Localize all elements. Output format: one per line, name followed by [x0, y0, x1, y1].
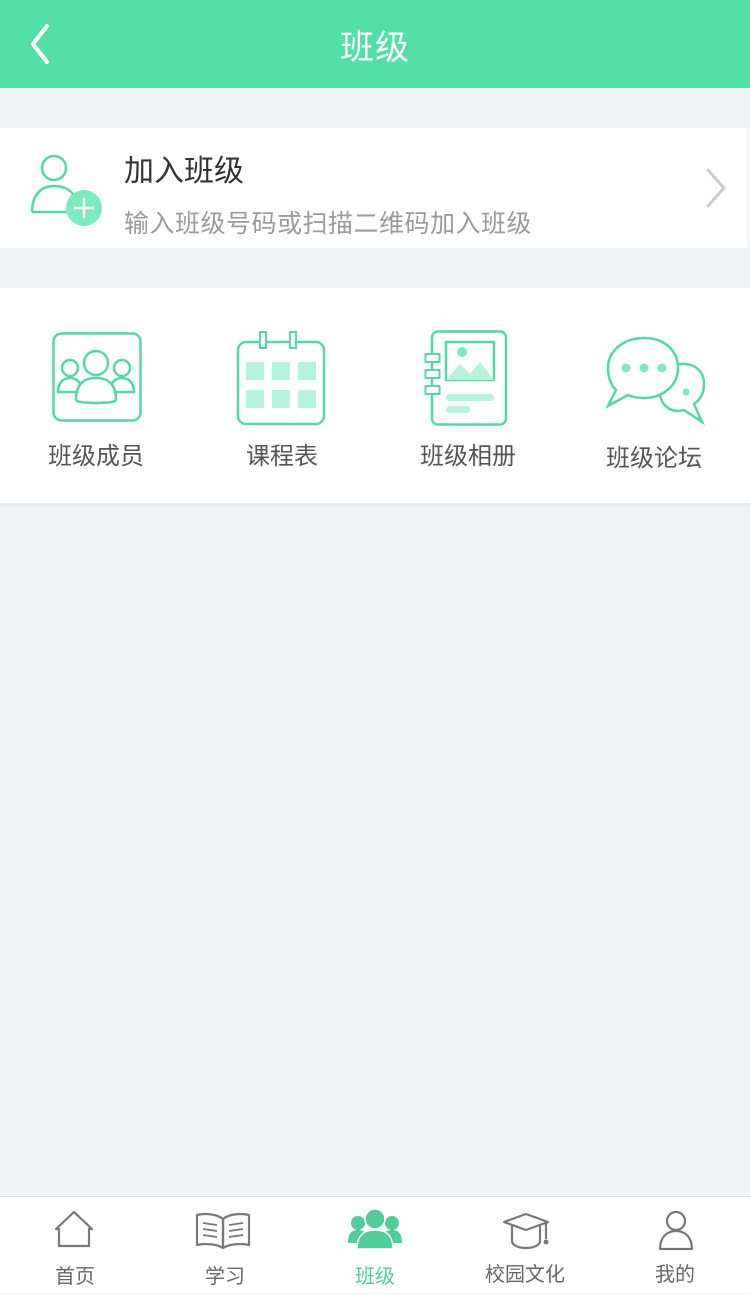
graduation-cap-icon	[502, 1212, 550, 1250]
class-features-panel: 班级成员 课程表 班级相册 班级论坛	[0, 288, 750, 503]
feature-class-album[interactable]: 班级相册	[374, 288, 562, 503]
timetable-icon	[236, 331, 326, 426]
tab-label: 首页	[55, 1264, 95, 1288]
class-forum-icon	[605, 336, 706, 426]
tab-label: 我的	[655, 1262, 695, 1286]
tab-mine[interactable]: 我的	[600, 1197, 750, 1295]
join-class-subtitle: 输入班级号码或扫描二维码加入班级	[124, 209, 533, 238]
tab-label: 班级	[355, 1264, 395, 1288]
tab-study[interactable]: 学习	[150, 1197, 300, 1295]
feature-class-forum[interactable]: 班级论坛	[560, 288, 748, 503]
feature-timetable[interactable]: 课程表	[188, 288, 376, 503]
feature-label: 课程表	[246, 442, 318, 470]
header-bar: 班级	[0, 0, 750, 88]
tab-campus-culture[interactable]: 校园文化	[450, 1197, 600, 1295]
tab-home[interactable]: 首页	[0, 1197, 150, 1295]
join-class-card[interactable]: 加入班级 输入班级号码或扫描二维码加入班级	[0, 128, 747, 248]
feature-label: 班级成员	[48, 442, 144, 470]
home-icon	[54, 1210, 94, 1248]
bottom-tab-bar: 首页 学习 班级 校园文化 我的	[0, 1196, 750, 1294]
back-arrow-icon	[31, 24, 49, 64]
group-icon	[348, 1209, 402, 1250]
user-icon	[658, 1210, 694, 1251]
book-icon	[195, 1212, 251, 1249]
feature-label: 班级相册	[420, 442, 516, 470]
tab-label: 校园文化	[485, 1262, 565, 1286]
class-album-icon	[424, 330, 508, 426]
feature-label: 班级论坛	[606, 444, 702, 472]
class-members-icon	[52, 332, 142, 422]
join-class-title: 加入班级	[124, 154, 244, 189]
add-user-icon	[30, 154, 102, 226]
feature-class-members[interactable]: 班级成员	[2, 288, 190, 503]
back-button[interactable]	[18, 22, 62, 66]
page-title: 班级	[340, 27, 410, 68]
tab-class[interactable]: 班级	[300, 1197, 450, 1295]
tab-label: 学习	[205, 1264, 245, 1288]
chevron-right-icon	[706, 168, 726, 208]
